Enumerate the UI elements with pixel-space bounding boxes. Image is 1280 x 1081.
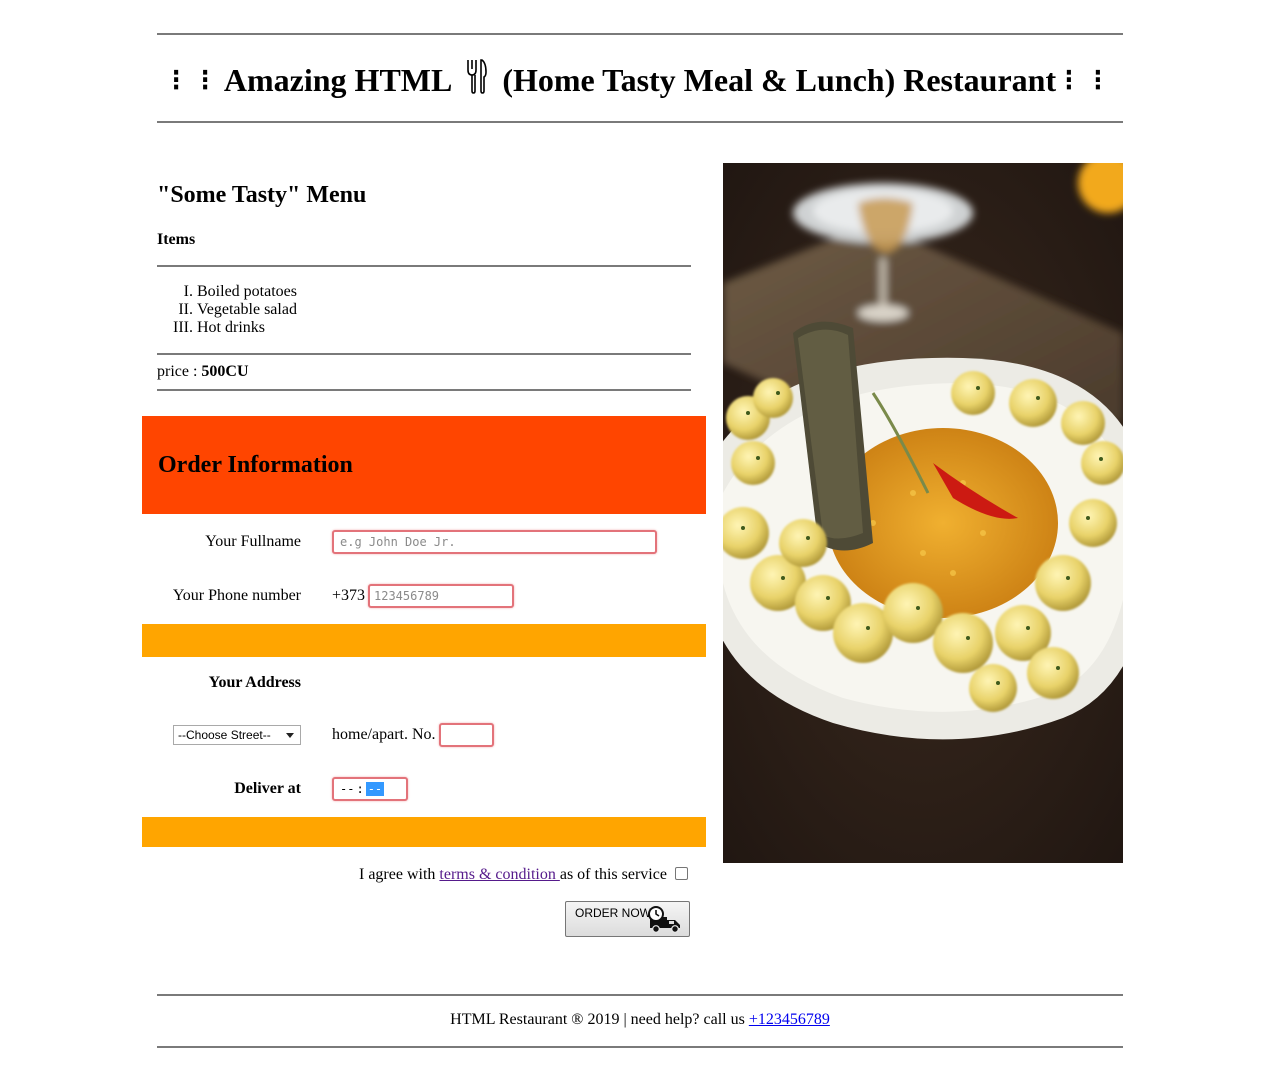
form-divider-band [142, 624, 706, 657]
list-item-label: Boiled potatoes [197, 283, 297, 300]
address-label: Your Address [208, 674, 301, 691]
menu-rule-middle [157, 353, 691, 355]
terms-agreement: I agree with terms & condition as of thi… [359, 866, 667, 884]
menu-rule-bottom [157, 389, 691, 391]
terms-checkbox[interactable] [675, 867, 688, 880]
phone-prefix: +373 [332, 587, 366, 604]
chevron-down-icon [286, 733, 294, 738]
list-item: II. Vegetable salad [157, 301, 297, 319]
delivery-truck-clock-icon [648, 906, 684, 934]
fork-and-knife-icon [466, 58, 488, 94]
order-information-header: Order Information [142, 416, 706, 514]
deliver-at-label: Deliver at [234, 780, 301, 797]
terms-link[interactable]: terms & condition [439, 866, 559, 883]
title-left-ornament: ⁝ ⁝ [171, 63, 216, 97]
items-label: Items [157, 231, 196, 248]
title-right-ornament: ⁝ ⁝ [1064, 63, 1109, 97]
phone-placeholder: 123456789 [374, 589, 440, 603]
footer-phone-link[interactable]: +123456789 [749, 1011, 830, 1028]
title-part2: (Home Tasty Meal & Lunch) Restaurant [502, 61, 1057, 98]
time-hours[interactable]: -- [340, 782, 354, 796]
fullname-input[interactable]: e.g John Doe Jr. [332, 530, 657, 554]
home-apartment-label: home/apart. No. [332, 726, 436, 743]
street-select[interactable]: --Choose Street-- [173, 725, 301, 745]
price-value: 500CU [201, 363, 249, 380]
list-item-number: I. [183, 283, 193, 300]
menu-items-list: I. Boiled potatoes II. Vegetable salad I… [157, 283, 297, 337]
order-now-label: ORDER NOW [575, 906, 651, 920]
list-item-number: III. [173, 319, 193, 336]
food-photo [723, 163, 1123, 863]
order-information-title: Order Information [158, 452, 353, 478]
list-item: III. Hot drinks [157, 319, 297, 337]
street-select-value: --Choose Street-- [178, 728, 271, 742]
page-title: ⁝ ⁝ Amazing HTML (Home Tasty Meal & Lunc… [157, 52, 1123, 108]
list-item: I. Boiled potatoes [157, 283, 297, 301]
title-part1: Amazing HTML [223, 61, 453, 98]
footer-bottom-rule [157, 1046, 1123, 1048]
list-item-label: Vegetable salad [197, 301, 297, 318]
header-bottom-rule [157, 121, 1123, 123]
home-apartment-input[interactable] [439, 723, 494, 747]
price: price : 500CU [157, 363, 249, 381]
form-bottom-band [142, 817, 706, 847]
price-label: price : [157, 363, 202, 380]
agree-suffix: as of this service [559, 866, 667, 883]
list-item-number: II. [178, 301, 193, 318]
fullname-label: Your Fullname [205, 533, 301, 550]
delivery-time-input[interactable]: -- : -- [332, 777, 408, 801]
time-separator: : [356, 782, 364, 796]
list-item-label: Hot drinks [197, 319, 265, 336]
menu-title: "Some Tasty" Menu [157, 182, 367, 208]
time-minutes[interactable]: -- [365, 782, 385, 796]
header-top-rule [157, 33, 1123, 35]
footer-text: HTML Restaurant ® 2019 | need help? call… [450, 1011, 749, 1028]
agree-prefix: I agree with [359, 866, 440, 883]
footer-top-rule [157, 994, 1123, 996]
footer: HTML Restaurant ® 2019 | need help? call… [157, 1011, 1123, 1029]
fullname-placeholder: e.g John Doe Jr. [340, 535, 456, 549]
phone-input[interactable]: 123456789 [368, 584, 514, 608]
menu-rule-top [157, 265, 691, 267]
phone-label: Your Phone number [172, 587, 301, 604]
order-now-button[interactable]: ORDER NOW [565, 901, 690, 937]
